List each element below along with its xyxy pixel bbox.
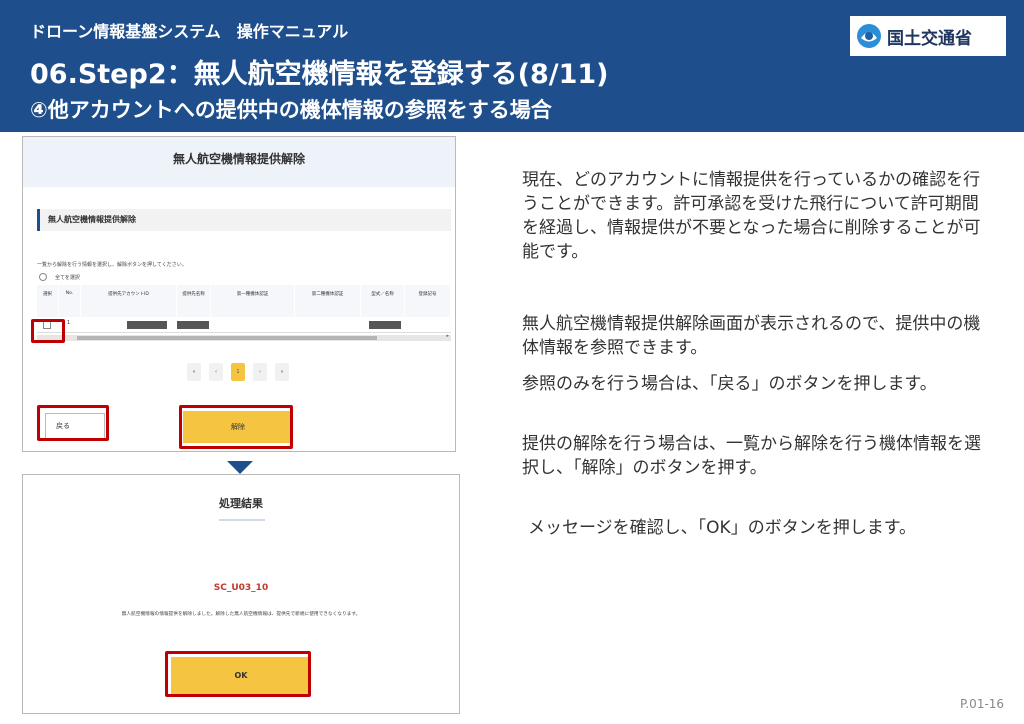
release-button-highlight (179, 405, 293, 449)
column-header: 登録記号 (405, 285, 451, 317)
table-scrollbar[interactable]: ▸ (37, 333, 451, 341)
provision-table: 選択 No. 提供先アカウントID 提供先名称 第一種機体認証 第二種機体認証 … (37, 285, 451, 333)
page-title: 06.Step2：無人航空機情報を登録する(8/11) (30, 59, 609, 90)
row-number: 1 (67, 320, 71, 326)
explanation-paragraph: メッセージを確認し、「OK」のボタンを押します。 (528, 518, 916, 538)
select-all-radio[interactable] (39, 273, 47, 281)
ministry-logo: 国土交通省 (850, 16, 1006, 56)
column-header: 第二種機体認証 (295, 285, 361, 317)
column-header: 選択 (37, 285, 59, 317)
redacted-account-id (127, 321, 167, 329)
result-message: 無人航空機情報の情報提供を解除しました。解除した無人航空機情報は、提供先で新規に… (121, 612, 361, 617)
release-section-title: 無人航空機情報提供解除 (37, 209, 451, 231)
first-page-button[interactable]: « (187, 363, 201, 381)
result-title: 処理結果 (219, 497, 263, 510)
release-screen-heading: 無人航空機情報提供解除 (23, 137, 455, 187)
page-number: P.01-16 (960, 697, 1005, 711)
title-underline (219, 519, 265, 521)
table-row[interactable]: 1 (37, 317, 451, 333)
select-all-label: 全てを選択 (55, 274, 80, 281)
select-all-option[interactable]: 全てを選択 (39, 273, 80, 281)
flow-arrow-down-icon (227, 461, 253, 474)
ok-button-highlight (165, 651, 311, 697)
scrollbar-thumb[interactable] (77, 336, 377, 340)
logo-text: 国土交通省 (887, 28, 972, 49)
last-page-button[interactable]: » (275, 363, 289, 381)
result-code: SC_U03_10 (213, 583, 269, 593)
column-header: 提供先名称 (177, 285, 211, 317)
explanation-paragraph: 現在、どのアカウントに情報提供を行っているかの確認を行うことができます。許可承認… (522, 170, 981, 262)
checkbox-highlight (31, 319, 65, 343)
system-name: ドローン情報基盤システム 操作マニュアル (30, 22, 349, 41)
scroll-right-icon[interactable]: ▸ (446, 333, 449, 339)
prev-page-button[interactable]: ‹ (209, 363, 223, 381)
column-header: 第一種機体認証 (211, 285, 295, 317)
column-header: 型式／名称 (361, 285, 405, 317)
back-button-highlight (37, 405, 109, 441)
release-screen-screenshot: 無人航空機情報提供解除 無人航空機情報提供解除 一覧から解除を行う情報を選択し、… (22, 136, 456, 452)
redacted-name (177, 321, 209, 329)
column-header: No. (59, 285, 81, 317)
explanation-paragraph: 提供の解除を行う場合は、一覧から解除を行う機体情報を選択し、「解除」のボタンを押… (522, 434, 981, 478)
next-page-button[interactable]: › (253, 363, 267, 381)
redacted-model (369, 321, 401, 329)
result-screen-screenshot: 処理結果 SC_U03_10 無人航空機情報の情報提供を解除しました。解除した無… (22, 474, 460, 714)
current-page-button[interactable]: 1 (231, 363, 245, 381)
pagination: « ‹ 1 › » (187, 363, 289, 381)
explanation-paragraph: 無人航空機情報提供解除画面が表示されるので、提供中の機体情報を参照できます。 (522, 314, 981, 358)
mlit-logo-icon (857, 24, 881, 48)
explanation-paragraph: 参照のみを行う場合は、「戻る」のボタンを押します。 (522, 374, 937, 394)
page-subtitle: ④他アカウントへの提供中の機体情報の参照をする場合 (30, 98, 552, 122)
release-instruction: 一覧から解除を行う情報を選択し、解除ボタンを押してください。 (37, 262, 187, 268)
column-header: 提供先アカウントID (81, 285, 177, 317)
